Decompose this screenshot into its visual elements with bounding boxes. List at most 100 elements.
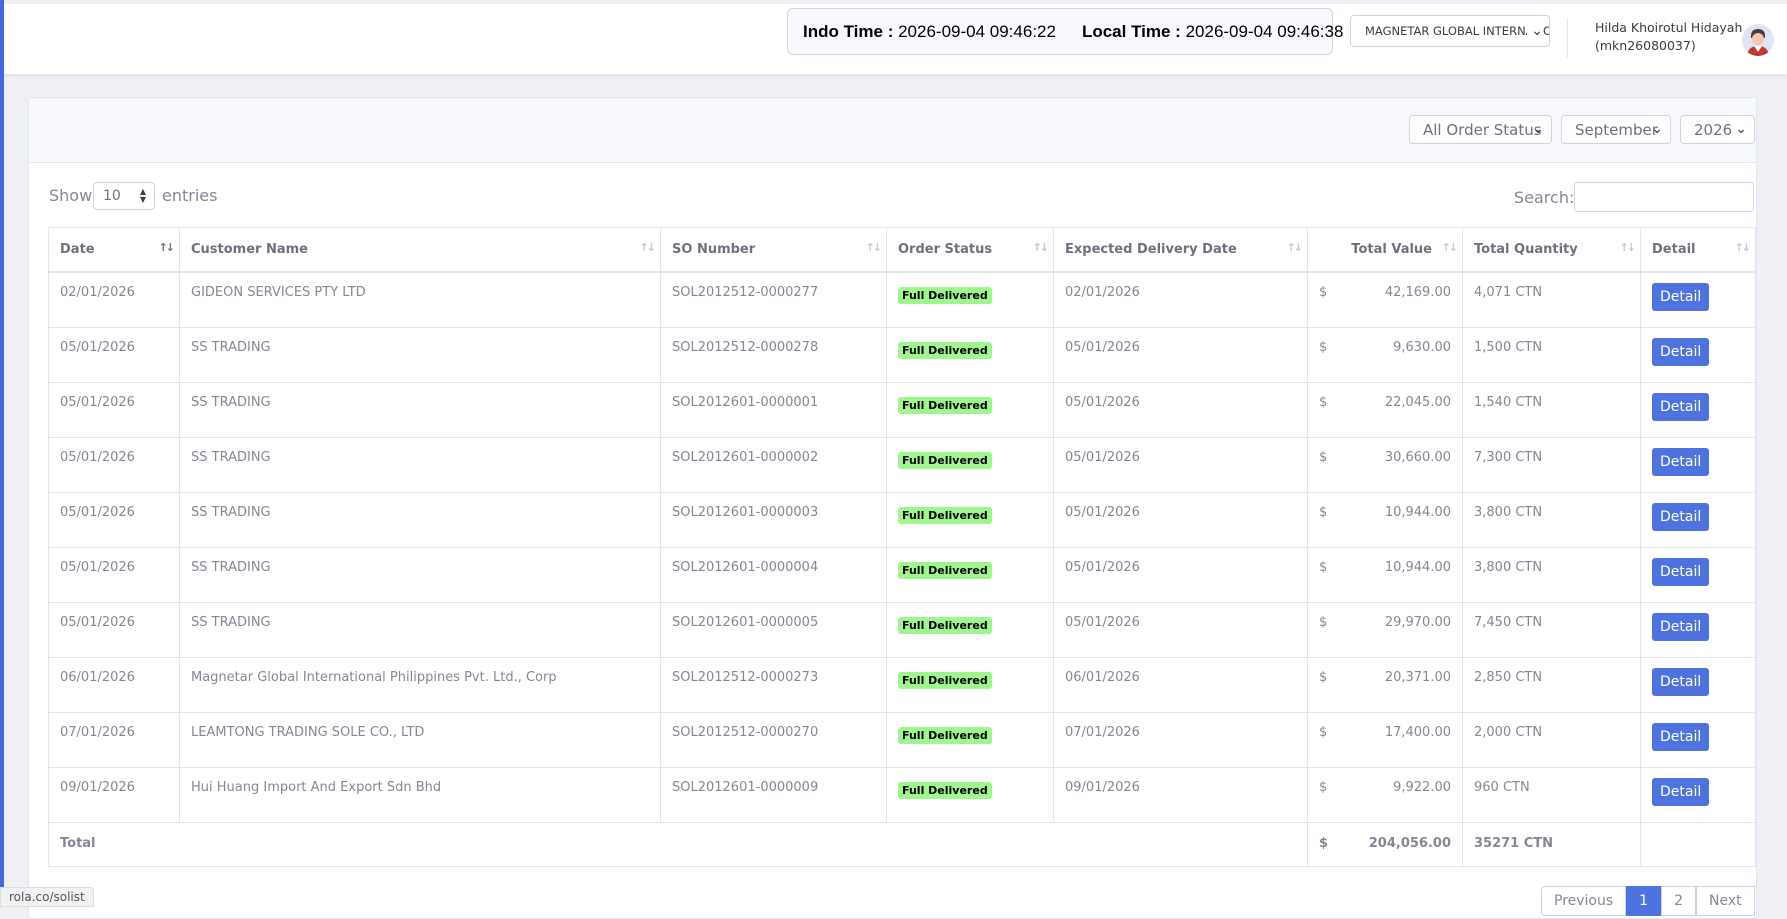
detail-button[interactable]: Detail — [1652, 667, 1710, 696]
user-info[interactable]: Hilda Khoirotul Hidayah (mkn26080037) — [1595, 19, 1742, 55]
total-label: Total — [48, 821, 1308, 867]
orders-table: Date ↑↓ Customer Name ↑↓ SO Number ↑↓ Order… — [48, 227, 1756, 867]
column-header-customer[interactable]: Customer Name ↑↓ — [179, 227, 661, 273]
sort-icon: ↑↓ — [1619, 241, 1637, 254]
total-quantity-cell: 2,000 CTN — [1462, 711, 1641, 768]
so-number-cell: SOL2012512-0000273 — [660, 656, 887, 713]
column-header-order-status[interactable]: Order Status ↑↓ — [886, 227, 1054, 273]
detail-button[interactable]: Detail — [1652, 337, 1710, 366]
show-label: Show — [49, 186, 93, 205]
local-time-value: 2026-09-04 09:46:38 — [1185, 21, 1344, 41]
so-number-cell: SOL2012601-0000002 — [660, 436, 887, 493]
status-badge: Full Delivered — [898, 287, 992, 304]
total-currency: $ — [1319, 835, 1329, 851]
column-header-detail[interactable]: Detail ↑↓ — [1640, 227, 1756, 273]
detail-button[interactable]: Detail — [1652, 392, 1710, 421]
order-status-filter-value: All Order Status — [1423, 120, 1542, 139]
user-id: (mkn26080037) — [1595, 38, 1696, 53]
order-status-cell: Full Delivered — [886, 436, 1054, 493]
avatar[interactable] — [1742, 24, 1774, 56]
total-value-cell: $17,400.00 — [1307, 711, 1463, 768]
expected-delivery-cell: 07/01/2026 — [1053, 711, 1308, 768]
expected-delivery-cell: 05/01/2026 — [1053, 381, 1308, 438]
table-row: 02/01/2026 GIDEON SERVICES PTY LTD SOL2012… — [48, 271, 1756, 328]
status-badge: Full Delivered — [898, 451, 992, 469]
detail-cell: Detail — [1640, 491, 1756, 548]
order-status-cell: Full Delivered — [886, 711, 1054, 768]
page-1-button[interactable]: 1 — [1626, 886, 1662, 916]
detail-button[interactable]: Detail — [1652, 777, 1710, 806]
year-filter-value: 2026 — [1694, 120, 1733, 139]
topbar: Indo Time : 2026-09-04 09:46:22 Local Ti… — [4, 4, 1787, 74]
user-avatar-icon — [1742, 24, 1774, 56]
prev-page-button[interactable]: Previous — [1541, 886, 1627, 916]
entries-select[interactable]: 10 ▲ ▼ — [93, 182, 155, 210]
table-row: 07/01/2026 LEAMTONG TRADING SOLE CO., LTD… — [48, 711, 1756, 768]
total-value-cell: $10,944.00 — [1307, 546, 1463, 603]
chevron-down-icon: ⌄ — [1527, 23, 1543, 39]
detail-button[interactable]: Detail — [1652, 722, 1710, 751]
month-filter[interactable]: September ⌄ — [1561, 115, 1671, 144]
search-input[interactable] — [1574, 182, 1754, 212]
status-badge: Full Delivered — [898, 726, 992, 744]
month-filter-value: September — [1575, 120, 1658, 139]
date-cell: 07/01/2026 — [48, 711, 180, 768]
expected-delivery-cell: 09/01/2026 — [1053, 766, 1308, 823]
column-header-so-number[interactable]: SO Number ↑↓ — [660, 227, 887, 273]
total-quantity-cell: 1,500 CTN — [1462, 326, 1641, 383]
next-page-button[interactable]: Next — [1696, 886, 1755, 916]
order-status-cell: Full Delivered — [886, 546, 1054, 603]
sort-icon: ↑↓ — [1032, 241, 1050, 254]
sort-icon: ↑↓ — [1734, 241, 1752, 254]
detail-button[interactable]: Detail — [1652, 557, 1710, 586]
column-header-total-quantity[interactable]: Total Quantity ↑↓ — [1462, 227, 1641, 273]
so-number-cell: SOL2012601-0000005 — [660, 601, 887, 658]
date-cell: 06/01/2026 — [48, 656, 180, 713]
entries-label: entries — [162, 186, 218, 205]
order-status-cell: Full Delivered — [886, 381, 1054, 438]
time-display: Indo Time : 2026-09-04 09:46:22 Local Ti… — [787, 8, 1343, 55]
chevron-down-icon: ⌄ — [1651, 121, 1663, 137]
detail-button[interactable]: Detail — [1652, 283, 1710, 311]
detail-button[interactable]: Detail — [1652, 502, 1710, 531]
total-value: 17,400.00 — [1384, 724, 1451, 740]
total-value: 9,630.00 — [1393, 339, 1451, 355]
order-status-filter[interactable]: All Order Status ⌄ — [1409, 115, 1552, 144]
table-row: 05/01/2026 SS TRADING SOL2012601-0000005 Fu… — [48, 601, 1756, 658]
detail-cell: Detail — [1640, 546, 1756, 603]
company-select[interactable]: MAGNETAR GLOBAL INTERNATIONAL ⌄ — [1350, 15, 1550, 47]
detail-button[interactable]: Detail — [1652, 447, 1710, 476]
company-select-value: MAGNETAR GLOBAL INTERNATIONAL — [1365, 24, 1549, 38]
date-cell: 05/01/2026 — [48, 436, 180, 493]
order-status-cell: Full Delivered — [886, 326, 1054, 383]
user-name: Hilda Khoirotul Hidayah — [1595, 20, 1743, 35]
expected-delivery-cell: 05/01/2026 — [1053, 491, 1308, 548]
total-value: 29,970.00 — [1384, 614, 1451, 630]
detail-cell: Detail — [1640, 766, 1756, 823]
total-empty-cell — [1640, 821, 1756, 867]
total-value-cell: $10,944.00 — [1307, 491, 1463, 548]
indo-time-value: 2026-09-04 09:46:22 — [898, 21, 1056, 41]
table-row: 09/01/2026 Hui Huang Import And Export Sd… — [48, 766, 1756, 823]
expected-delivery-cell: 02/01/2026 — [1053, 271, 1308, 328]
expected-delivery-cell: 06/01/2026 — [1053, 656, 1308, 713]
customer-cell: SS TRADING — [179, 491, 661, 548]
total-value: 204,056.00 — [1368, 835, 1451, 851]
column-header-date[interactable]: Date ↑↓ — [48, 227, 180, 273]
total-quantity-cell: 3,800 CTN — [1462, 491, 1641, 548]
currency-symbol: $ — [1319, 559, 1328, 575]
total-value: 22,045.00 — [1384, 394, 1451, 410]
so-number-cell: SOL2012512-0000278 — [660, 326, 887, 383]
detail-cell: Detail — [1640, 601, 1756, 658]
total-quantity-cell: 1,540 CTN — [1462, 381, 1641, 438]
page-2-button[interactable]: 2 — [1661, 886, 1697, 916]
total-quantity-cell: 3,800 CTN — [1462, 546, 1641, 603]
entries-select-value: 10 — [103, 188, 121, 204]
year-filter[interactable]: 2026 ⌄ — [1680, 115, 1755, 144]
customer-cell: Magnetar Global International Philippine… — [179, 656, 661, 713]
total-quantity-cell: 7,300 CTN — [1462, 436, 1641, 493]
column-header-total-value[interactable]: Total Value ↑↓ — [1307, 227, 1463, 273]
detail-button[interactable]: Detail — [1652, 612, 1710, 641]
total-value-cell: $204,056.00 — [1307, 821, 1463, 867]
column-header-expected-delivery[interactable]: Expected Delivery Date ↑↓ — [1053, 227, 1308, 273]
